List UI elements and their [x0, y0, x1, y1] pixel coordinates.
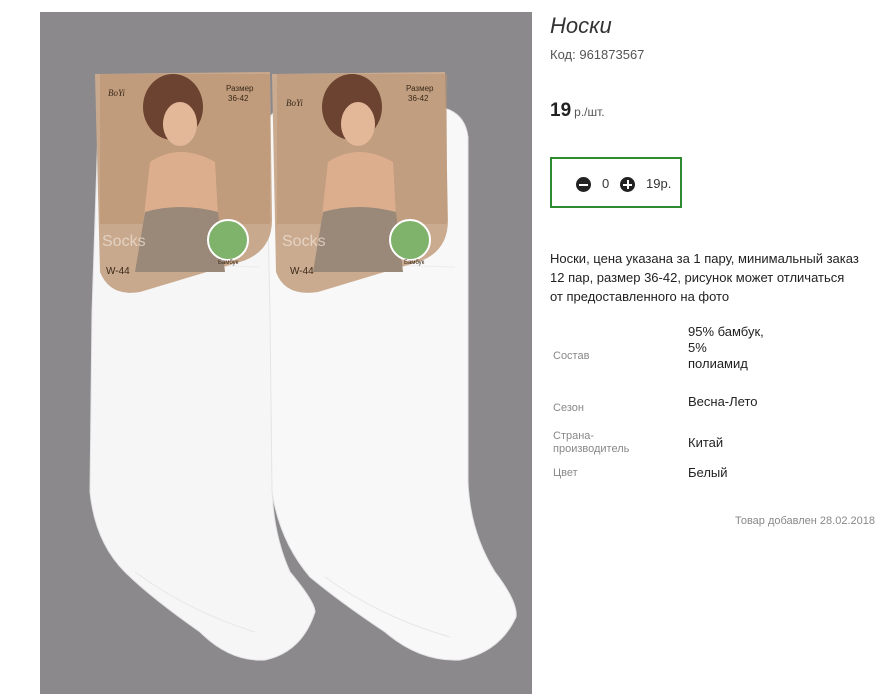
- socks-text-right: Socks: [282, 233, 326, 250]
- quantity-box: 0 19р.: [550, 157, 682, 208]
- property-value: Белый: [688, 465, 728, 480]
- property-value: Весна-Лето: [688, 394, 758, 409]
- material-left: Бамбук: [218, 260, 239, 266]
- brand-text-right: BoYi: [286, 98, 303, 108]
- property-label: Сезон: [553, 402, 584, 414]
- size-label-left: Размер: [226, 84, 254, 93]
- price-unit: р./шт.: [574, 105, 605, 119]
- quantity-value[interactable]: 0: [602, 176, 609, 191]
- plus-circle-icon[interactable]: [620, 177, 635, 192]
- product-title: Носки: [550, 13, 612, 38]
- property-label: Страна-производитель: [553, 430, 630, 455]
- product-photo[interactable]: BoYi Размер 36-42 Socks W-44 Бамбук BoYi…: [40, 12, 532, 694]
- product-description: Носки, цена указана за 1 пару, минимальн…: [550, 251, 859, 304]
- model-left: W-44: [106, 266, 130, 277]
- product-price: 19 р./шт.: [550, 100, 605, 122]
- property-label: Состав: [553, 350, 590, 362]
- socks-text-left: Socks: [102, 233, 146, 250]
- product-image: BoYi Размер 36-42 Socks W-44 Бамбук BoYi…: [89, 72, 517, 661]
- price-value: 19: [550, 100, 572, 121]
- size-value-right: 36-42: [408, 94, 429, 103]
- minus-circle-icon[interactable]: [576, 177, 591, 192]
- product-code: Код: 961873567: [550, 47, 644, 62]
- property-value: Китай: [688, 435, 724, 450]
- quantity-sum: 19р.: [646, 176, 672, 191]
- size-value-left: 36-42: [228, 94, 249, 103]
- material-right: Бамбук: [404, 260, 425, 266]
- brand-text-left: BoYi: [108, 88, 125, 98]
- size-label-right: Размер: [406, 84, 434, 93]
- added-date: Товар добавлен 28.02.2018: [734, 515, 875, 527]
- model-right: W-44: [290, 266, 314, 277]
- code-value: 961873567: [579, 47, 645, 62]
- property-label: Цвет: [553, 467, 578, 479]
- property-value: 95% бамбук, 5% полиамид: [688, 324, 764, 371]
- code-label: Код:: [550, 47, 576, 62]
